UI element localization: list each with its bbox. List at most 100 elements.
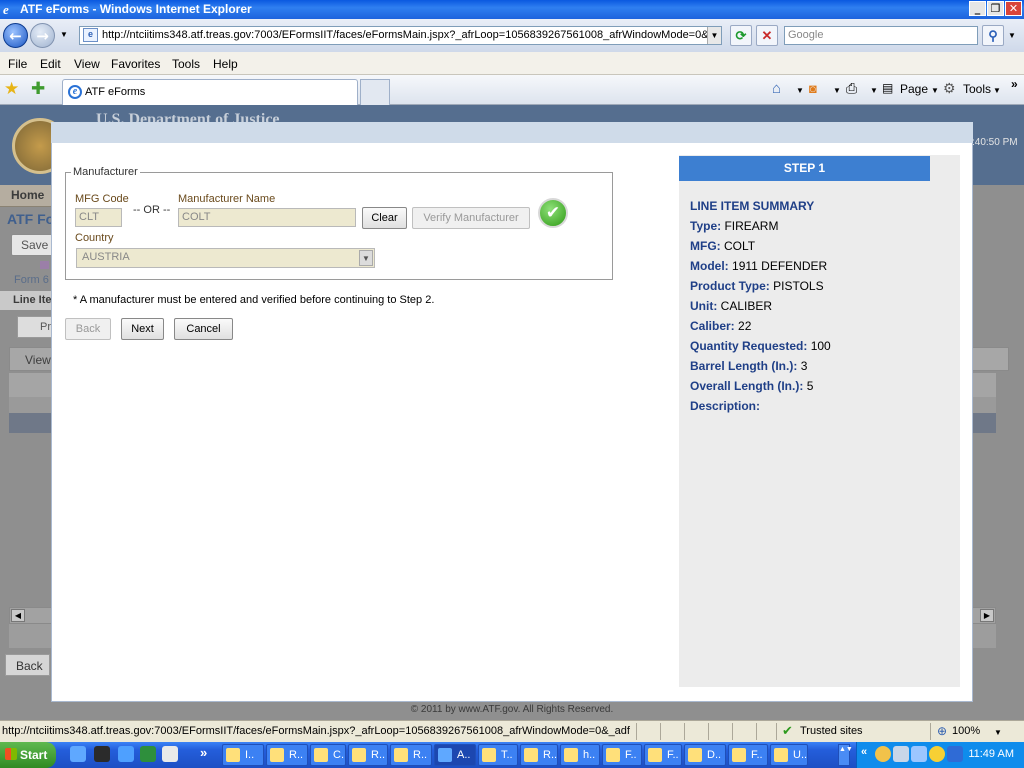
taskbar-item[interactable]: F.. <box>602 744 642 766</box>
summary-value: CALIBER <box>720 299 773 313</box>
address-bar[interactable]: e http://ntciitims348.atf.treas.gov:7003… <box>79 26 722 45</box>
verify-manufacturer-button[interactable]: Verify Manufacturer <box>412 207 530 229</box>
refresh-icon[interactable]: ⟳ <box>730 25 752 46</box>
tray-icon[interactable] <box>911 746 927 762</box>
minimize-button[interactable]: _ <box>969 1 986 16</box>
tray-icon[interactable] <box>875 746 891 762</box>
scroll-left-icon[interactable]: ◀ <box>11 609 25 622</box>
tray-icon[interactable] <box>947 746 963 762</box>
tools-menu-label[interactable]: Tools <box>963 82 991 96</box>
quicklaunch-app-icon[interactable] <box>162 746 178 762</box>
summary-label: Barrel Length (In.): <box>690 359 798 373</box>
page-dropdown-icon[interactable]: ▼ <box>931 86 939 95</box>
mfg-code-input[interactable]: CLT <box>75 208 122 227</box>
taskbar-item[interactable]: T.. <box>478 744 518 766</box>
menu-help[interactable]: Help <box>213 57 238 71</box>
step-header: STEP 1 <box>679 156 930 181</box>
back-arrow-icon[interactable]: ← <box>3 23 28 48</box>
search-dropdown-icon[interactable]: ▼ <box>1008 31 1016 40</box>
page-menu-icon[interactable]: ▤ <box>882 81 893 95</box>
favorites-star-icon[interactable]: ★ <box>4 79 19 99</box>
summary-row: Quantity Requested: 100 <box>690 339 831 353</box>
taskbar-item[interactable]: R.. <box>266 744 308 766</box>
task-label: R.. <box>289 749 304 761</box>
tray-expand-icon[interactable]: « <box>861 746 867 758</box>
tools-dropdown-icon[interactable]: ▼ <box>993 86 1001 95</box>
task-icon <box>438 748 452 762</box>
print-icon[interactable]: ⎙ <box>846 80 857 97</box>
feeds-dropdown-icon[interactable]: ▼ <box>833 86 841 95</box>
taskbar-item[interactable]: U.. <box>770 744 808 766</box>
scroll-right-icon[interactable]: ▶ <box>980 609 994 622</box>
summary-row: MFG: COLT <box>690 239 755 253</box>
zoom-dropdown-icon[interactable]: ▼ <box>994 728 1002 737</box>
menu-view[interactable]: View <box>74 57 100 71</box>
add-favorite-icon[interactable]: ✚ <box>31 79 45 99</box>
feeds-icon[interactable]: ◙ <box>809 81 817 96</box>
summary-row: Model: 1911 DEFENDER <box>690 259 827 273</box>
home-dropdown-icon[interactable]: ▼ <box>796 86 804 95</box>
taskbar-item[interactable]: C.. <box>310 744 346 766</box>
restore-button[interactable]: ❐ <box>987 1 1004 16</box>
country-select[interactable]: AUSTRIA ▼ <box>76 248 375 268</box>
quicklaunch-desktop-icon[interactable] <box>94 746 110 762</box>
more-chevron-icon[interactable]: » <box>1011 77 1018 91</box>
address-dropdown-icon[interactable]: ▼ <box>707 27 721 44</box>
menu-favorites[interactable]: Favorites <box>111 57 160 71</box>
taskbar-scroll-icon[interactable]: ▲▼ <box>838 744 853 766</box>
cancel-button[interactable]: Cancel <box>174 318 233 340</box>
country-dropdown-icon[interactable]: ▼ <box>359 250 373 266</box>
stop-icon[interactable]: ✕ <box>756 25 778 46</box>
close-window-button[interactable]: ✕ <box>1005 1 1022 16</box>
history-dropdown-icon[interactable]: ▼ <box>60 30 68 39</box>
verification-note: * A manufacturer must be entered and ver… <box>73 294 435 306</box>
taskbar-item[interactable]: F.. <box>644 744 682 766</box>
summary-label: Product Type: <box>690 279 770 293</box>
security-zone[interactable]: Trusted sites <box>800 725 863 737</box>
menu-file[interactable]: File <box>8 57 27 71</box>
taskbar-item[interactable]: D.. <box>684 744 726 766</box>
print-dropdown-icon[interactable]: ▼ <box>870 86 878 95</box>
home-tab[interactable]: Home <box>0 185 52 207</box>
taskbar-item[interactable]: h.. <box>560 744 600 766</box>
save-button-bg[interactable]: Save <box>11 234 54 256</box>
new-tab-button[interactable] <box>360 79 390 105</box>
forward-arrow-icon[interactable]: → <box>30 23 55 48</box>
start-label: Start <box>20 748 48 762</box>
tray-icon[interactable] <box>893 746 909 762</box>
home-icon[interactable]: ⌂ <box>772 80 781 97</box>
page-back-button[interactable]: Back <box>5 654 50 676</box>
task-icon <box>648 748 662 762</box>
tools-gear-icon[interactable]: ⚙ <box>943 80 956 97</box>
taskbar-item[interactable]: R.. <box>390 744 432 766</box>
menu-edit[interactable]: Edit <box>40 57 61 71</box>
clock[interactable]: 11:49 AM <box>968 748 1014 760</box>
manufacturer-name-input[interactable]: COLT <box>178 208 356 227</box>
quicklaunch-excel-icon[interactable] <box>140 746 156 762</box>
quicklaunch-ie-icon[interactable] <box>70 746 86 762</box>
or-separator: -- OR -- <box>133 204 171 216</box>
back-button[interactable]: Back <box>65 318 111 340</box>
zoom-level[interactable]: 100% <box>952 725 980 737</box>
quicklaunch-ie2-icon[interactable] <box>118 746 134 762</box>
menu-tools[interactable]: Tools <box>172 57 200 71</box>
task-label: D.. <box>707 749 722 761</box>
quicklaunch-more-icon[interactable]: » <box>200 745 207 760</box>
taskbar-item[interactable]: I.. <box>222 744 264 766</box>
search-icon[interactable]: ⚲ <box>982 25 1004 46</box>
form-6-link[interactable]: Form 6 <box>14 274 49 286</box>
pr-button[interactable]: Pr <box>17 316 52 338</box>
taskbar-item-active[interactable]: A.. <box>434 744 476 766</box>
page-menu-label[interactable]: Page <box>900 82 928 96</box>
taskbar-item[interactable]: R.. <box>348 744 388 766</box>
next-button[interactable]: Next <box>121 318 164 340</box>
taskbar-item[interactable]: R.. <box>520 744 558 766</box>
trusted-check-icon: ✔ <box>782 723 793 738</box>
clear-button[interactable]: Clear <box>362 207 407 229</box>
summary-value: 3 <box>800 359 808 373</box>
tray-icon[interactable] <box>929 746 945 762</box>
tab-atf-eforms[interactable]: e ATF eForms <box>62 79 358 105</box>
taskbar-item[interactable]: F.. <box>728 744 768 766</box>
search-input[interactable]: Google <box>784 26 978 45</box>
start-button[interactable]: Start <box>0 742 56 768</box>
